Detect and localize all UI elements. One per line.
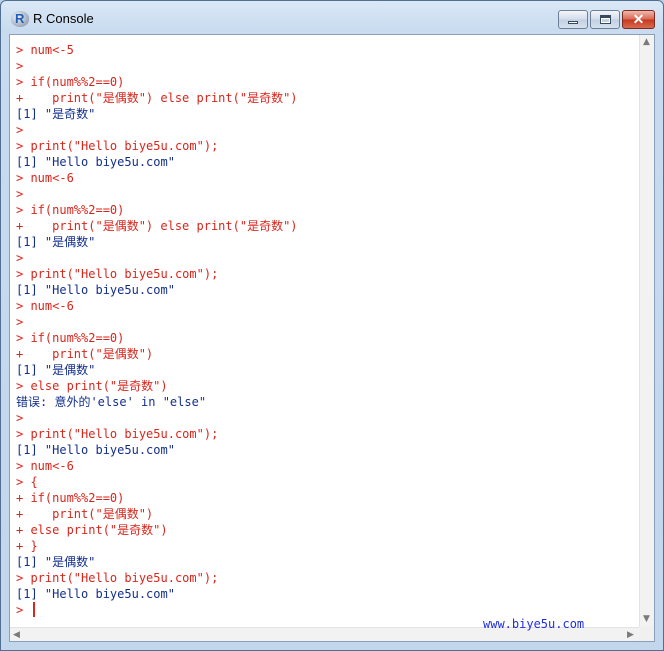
console-input-line: > [16,123,24,137]
console-input-line: + print("是偶数") [16,347,154,361]
console-input-line: > if(num%%2==0) [16,331,125,345]
console-client-area: > num<-5 > > if(num%%2==0) + print("是偶数") e… [9,34,655,642]
scroll-left-icon[interactable]: ◀ [13,630,20,640]
console-output-line: [1] "是偶数" [16,235,96,249]
console-input-line: > num<-6 [16,299,74,313]
console-input-line: > num<-6 [16,459,74,473]
console-output-line: [1] "是偶数" [16,363,96,377]
maximize-icon [600,15,611,24]
scroll-right-icon[interactable]: ▶ [627,630,634,640]
console-input-line: > num<-5 [16,43,74,57]
scrollbar-corner [639,627,654,641]
console-input-line: > print("Hello biye5u.com"); [16,267,219,281]
close-icon: ✕ [632,11,645,27]
watermark-text: www.biye5u.com [483,617,585,631]
console-input-line: > num<-6 [16,171,74,185]
console-input-line: > if(num%%2==0) [16,203,125,217]
console-input-line: + } [16,539,38,553]
console-input-line: + if(num%%2==0) [16,491,125,505]
console-input-line: > [16,603,24,617]
console-input-line: > [16,187,24,201]
console-output-line: [1] "是奇数" [16,107,96,121]
console-input-line: + print("是偶数") else print("是奇数") [16,91,298,105]
console-input-line: + else print("是奇数") [16,523,168,537]
text-cursor [33,602,35,617]
window-title: R Console [33,11,94,26]
maximize-button[interactable] [590,10,620,29]
r-console-window: R R Console ✕ > num<-5 > > if(num%%2==0) + … [0,0,664,651]
console-input-line: > print("Hello biye5u.com"); [16,427,219,441]
console-input-line: > print("Hello biye5u.com"); [16,139,219,153]
console-input-line: > [16,411,24,425]
close-button[interactable]: ✕ [622,10,655,29]
r-logo-icon[interactable]: R [11,11,29,27]
console-output[interactable]: > num<-5 > > if(num%%2==0) + print("是偶数") e… [10,35,639,627]
console-input-line: > { [16,475,38,489]
console-output-line: [1] "Hello biye5u.com" [16,587,175,601]
console-input-line: > else print("是奇数") [16,379,168,393]
console-output-line: [1] "Hello biye5u.com" [16,283,175,297]
console-output-line: [1] "Hello biye5u.com" [16,155,175,169]
r-logo-letter: R [15,11,25,26]
console-output-line: 错误: 意外的'else' in "else" [16,395,207,409]
scroll-down-icon[interactable]: ▼ [643,614,650,624]
console-input-line: > [16,315,24,329]
console-output-line: [1] "是偶数" [16,555,96,569]
vertical-scrollbar[interactable]: ▲ ▼ [639,35,654,627]
scroll-up-icon[interactable]: ▲ [643,37,650,47]
console-input-line: + print("是偶数") else print("是奇数") [16,219,298,233]
console-input-line: > print("Hello biye5u.com"); [16,571,219,585]
console-input-line: > [16,59,24,73]
minimize-button[interactable] [558,10,588,29]
console-input-line: > if(num%%2==0) [16,75,125,89]
console-input-line: + print("是偶数") [16,507,154,521]
title-bar[interactable]: R R Console ✕ [1,1,663,35]
console-input-line: > [16,251,24,265]
console-output-line: [1] "Hello biye5u.com" [16,443,175,457]
minimize-icon [568,21,578,24]
